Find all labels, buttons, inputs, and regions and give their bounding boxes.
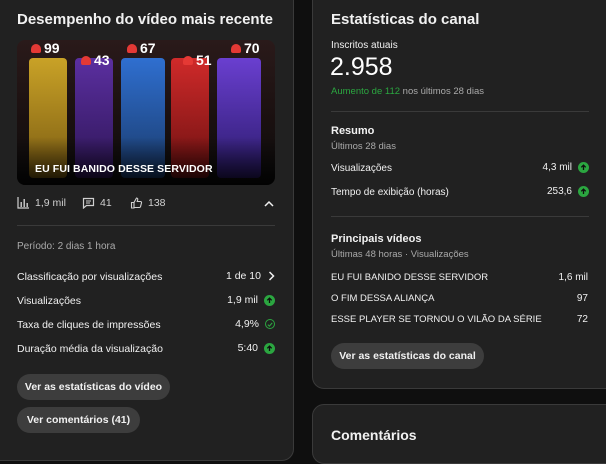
views-stat: 1,9 mil <box>17 197 66 209</box>
video-thumbnail[interactable]: 99 43 67 51 70 EU FUI BANIDO DESSE SERVI… <box>17 40 275 185</box>
metric-value-ctr: 4,9% <box>235 318 259 330</box>
bar-chart-icon <box>17 197 29 209</box>
metric-label-avg-duration: Duração média da visualização <box>17 343 163 355</box>
channel-stats-title: Estatísticas do canal <box>331 11 480 28</box>
view-comments-button[interactable]: Ver comentários (41) <box>17 407 140 433</box>
check-circle-icon <box>265 319 275 329</box>
thumb-score: 70 <box>231 40 260 56</box>
thumb-score: 99 <box>31 40 60 56</box>
subscribers-change: Aumento de 112 nos últimos 28 dias <box>331 86 484 97</box>
arrow-up-icon <box>264 294 275 306</box>
thumbnail-video-title: EU FUI BANIDO DESSE SERVIDOR <box>35 163 213 175</box>
subscribers-count: 2.958 <box>330 53 393 81</box>
summary-views-value: 4,3 mil <box>510 162 589 173</box>
chevron-right-icon <box>268 271 275 281</box>
duration-row-value: 5:40 <box>200 342 275 354</box>
arrow-up-icon <box>578 162 589 173</box>
comments-stat: 41 <box>82 197 112 209</box>
ctr-row-value: 4,9% <box>200 318 275 330</box>
video-performance-title: Desempenho do vídeo mais recente <box>17 11 273 28</box>
ranking-row-value[interactable]: 1 de 10 <box>200 270 275 282</box>
comment-icon <box>82 197 95 209</box>
top-video-views: 1,6 mil <box>558 272 588 283</box>
top-video-views: 97 <box>576 293 588 304</box>
summary-value-watch-time: 253,6 <box>546 186 572 197</box>
period-label: Período: 2 dias 1 hora <box>17 241 116 252</box>
metric-value-views: 1,9 mil <box>227 294 258 306</box>
arrow-up-icon <box>578 186 589 197</box>
divider <box>17 225 275 226</box>
subscribers-label: Inscritos atuais <box>331 40 398 51</box>
summary-label-watch-time: Tempo de exibição (horas) <box>331 187 449 198</box>
top-videos-title: Principais vídeos <box>331 233 422 245</box>
top-videos-period: Últimas 48 horas · Visualizações <box>331 249 469 260</box>
summary-label-views: Visualizações <box>331 163 392 174</box>
divider <box>331 111 589 112</box>
top-video-title[interactable]: ESSE PLAYER SE TORNOU O VILÃO DA SÉRIE <box>331 314 542 325</box>
summary-watch-time-value: 253,6 <box>510 186 589 197</box>
subscribers-change-period: nos últimos 28 dias <box>402 86 484 97</box>
summary-title: Resumo <box>331 125 375 137</box>
chevron-up-icon[interactable] <box>264 200 274 207</box>
arrow-up-icon <box>264 342 275 354</box>
channel-stats-button[interactable]: Ver as estatísticas do canal <box>331 343 484 369</box>
thumb-score: 43 <box>81 52 110 68</box>
comments-title: Comentários <box>331 427 417 443</box>
metric-value-ranking: 1 de 10 <box>225 270 261 282</box>
skull-icon <box>81 55 91 65</box>
skull-icon <box>231 43 241 53</box>
thumb-score: 51 <box>183 52 212 68</box>
thumbs-up-icon <box>130 197 143 209</box>
metric-label-views: Visualizações <box>17 295 82 307</box>
video-stats-button[interactable]: Ver as estatísticas do vídeo <box>17 374 170 400</box>
metric-value-avg-duration: 5:40 <box>237 342 258 354</box>
views-row-value: 1,9 mil <box>200 294 275 306</box>
comments-count: 41 <box>100 197 112 209</box>
views-count: 1,9 mil <box>35 197 66 209</box>
likes-stat: 138 <box>130 197 166 209</box>
subscribers-change-value: Aumento de 112 <box>331 86 401 97</box>
likes-count: 138 <box>148 197 166 209</box>
summary-period: Últimos 28 dias <box>331 141 396 152</box>
thumb-score: 67 <box>127 40 156 56</box>
top-video-title[interactable]: EU FUI BANIDO DESSE SERVIDOR <box>331 272 488 283</box>
divider <box>331 216 589 217</box>
summary-value-views: 4,3 mil <box>542 162 572 173</box>
metric-label-ranking: Classificação por visualizações <box>17 271 163 283</box>
skull-icon <box>127 43 137 53</box>
skull-icon <box>31 43 41 53</box>
top-video-views: 72 <box>576 314 588 325</box>
top-video-title[interactable]: O FIM DESSA ALIANÇA <box>331 293 434 304</box>
skull-icon <box>183 55 193 65</box>
metric-label-ctr: Taxa de cliques de impressões <box>17 319 161 331</box>
